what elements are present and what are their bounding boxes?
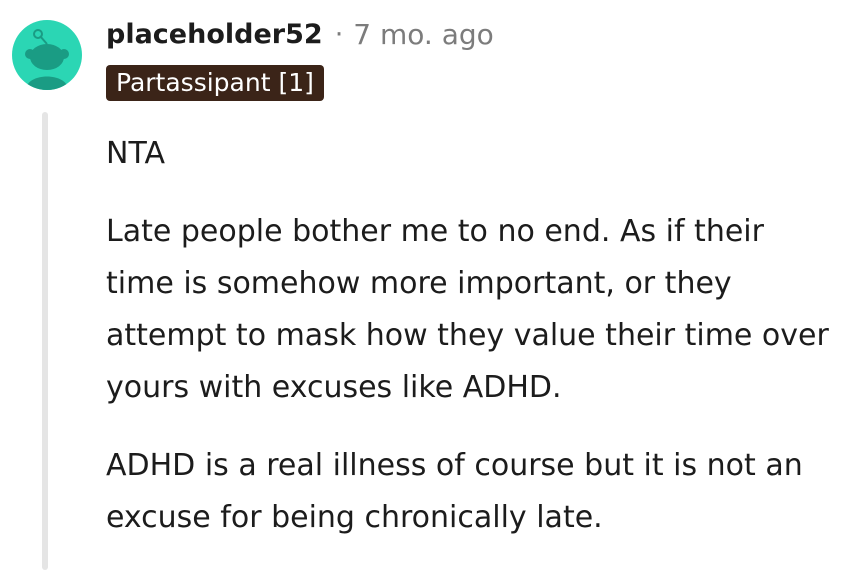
snoo-avatar-icon — [25, 29, 69, 90]
comment-body: NTA Late people bother me to no end. As … — [106, 128, 836, 570]
meta-separator: · — [334, 18, 344, 50]
thread-collapse-line[interactable] — [42, 112, 48, 570]
comment-paragraph: Late people bother me to no end. As if t… — [106, 214, 829, 405]
comment-meta: placeholder52 · 7 mo. ago — [106, 14, 494, 54]
comment-paragraph: NTA — [106, 136, 165, 171]
timestamp-link[interactable]: 7 mo. ago — [353, 18, 494, 51]
comment: placeholder52 · 7 mo. ago Partassipant [… — [0, 0, 852, 570]
comment-paragraph: ADHD is a real illness of course but it … — [106, 448, 803, 535]
username-link[interactable]: placeholder52 — [106, 19, 323, 50]
avatar[interactable] — [12, 20, 82, 90]
user-flair: Partassipant [1] — [106, 65, 324, 101]
